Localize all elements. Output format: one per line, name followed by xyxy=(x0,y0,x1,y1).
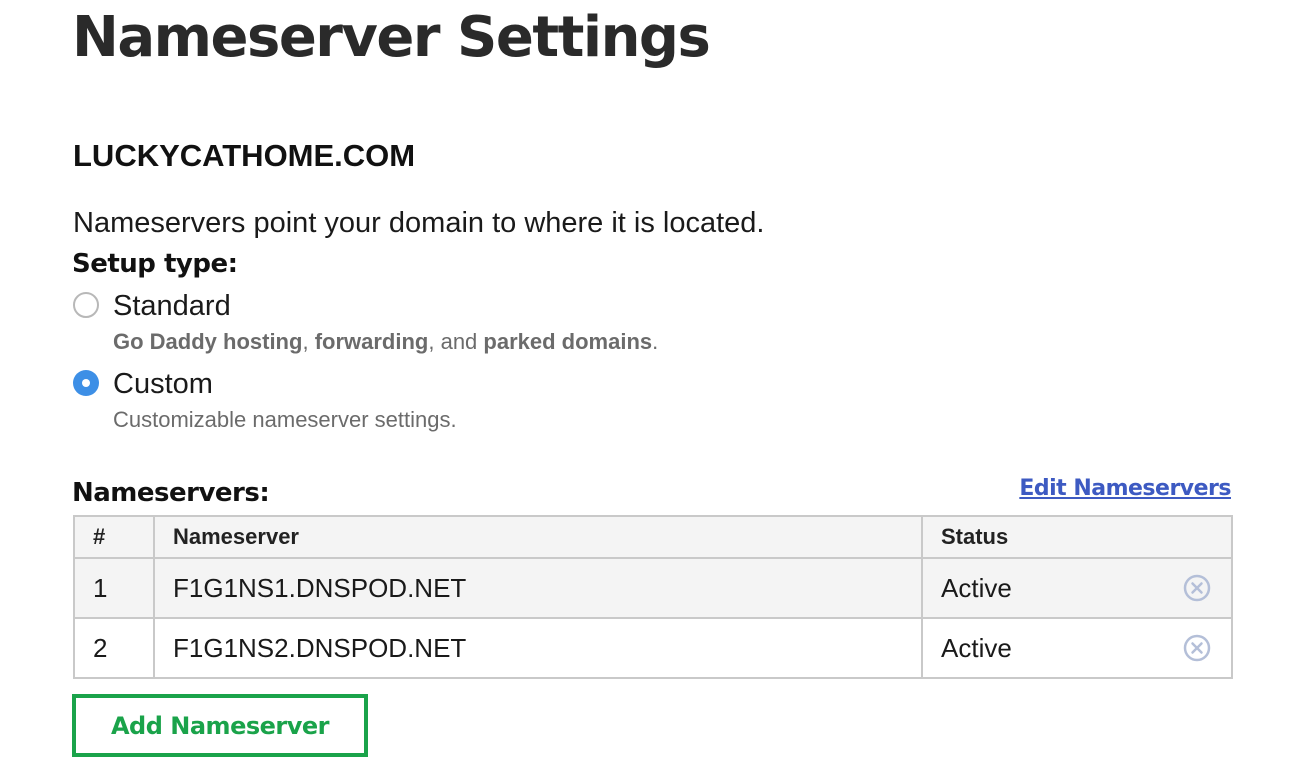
table-row: 2 F1G1NS2.DNSPOD.NET Active xyxy=(73,617,1233,679)
row-number: 1 xyxy=(73,557,155,619)
remove-circle-icon[interactable] xyxy=(1183,574,1211,602)
column-header-nameserver: Nameserver xyxy=(153,515,923,559)
remove-circle-icon[interactable] xyxy=(1183,634,1211,662)
column-header-number: # xyxy=(73,515,155,559)
desc-hosting: Go Daddy hosting xyxy=(113,329,303,354)
nameserver-value: F1G1NS2.DNSPOD.NET xyxy=(153,617,923,679)
add-nameserver-button[interactable]: Add Nameserver xyxy=(72,694,368,757)
radio-standard-button[interactable] xyxy=(73,292,99,318)
column-header-status: Status xyxy=(921,515,1233,559)
desc-forwarding: forwarding xyxy=(314,329,429,354)
status-cell: Active xyxy=(921,617,1233,679)
page-title: Nameserver Settings xyxy=(72,5,711,70)
desc-parked: parked domains xyxy=(483,329,653,354)
status-text: Active xyxy=(941,572,1012,603)
table-row: 1 F1G1NS1.DNSPOD.NET Active xyxy=(73,557,1233,619)
domain-name: LUCKYCATHOME.COM xyxy=(73,138,416,173)
status-text: Active xyxy=(941,632,1012,663)
setup-type-label: Setup type: xyxy=(72,249,238,279)
nameservers-table: # Nameserver Status 1 F1G1NS1.DNSPOD.NET… xyxy=(73,515,1233,679)
desc-sep-1: , xyxy=(302,329,315,354)
row-number: 2 xyxy=(73,617,155,679)
radio-custom-description: Customizable nameserver settings. xyxy=(113,407,457,432)
desc-end: . xyxy=(652,329,659,354)
desc-sep-2: , and xyxy=(428,329,484,354)
radio-custom-label[interactable]: Custom xyxy=(113,367,213,401)
radio-standard-label[interactable]: Standard xyxy=(113,289,231,323)
nameserver-description: Nameservers point your domain to where i… xyxy=(73,207,765,239)
radio-standard-description: Go Daddy hosting, forwarding, and parked… xyxy=(113,328,658,356)
nameservers-heading: Nameservers: xyxy=(72,478,270,508)
edit-nameservers-link[interactable]: Edit Nameservers xyxy=(1019,474,1231,504)
nameserver-value: F1G1NS1.DNSPOD.NET xyxy=(153,557,923,619)
table-header-row: # Nameserver Status xyxy=(73,515,1233,559)
radio-custom-button[interactable] xyxy=(73,370,99,396)
status-cell: Active xyxy=(921,557,1233,619)
